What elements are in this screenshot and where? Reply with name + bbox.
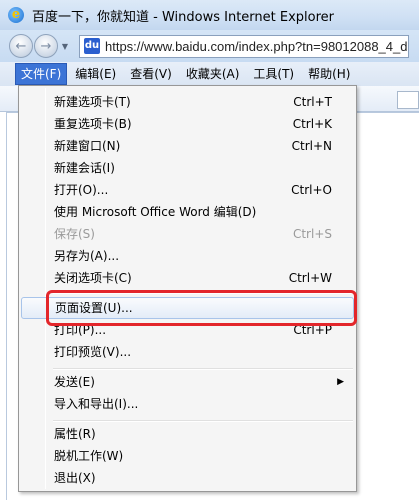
- menu-item-label: 新建选项卡(T): [54, 95, 131, 109]
- menu-item-new-session[interactable]: 新建会话(I): [21, 157, 354, 179]
- menu-item-properties[interactable]: 属性(R): [21, 423, 354, 445]
- menu-item-send[interactable]: 发送(E) ▶: [21, 371, 354, 393]
- menu-item-label: 脱机工作(W): [54, 449, 124, 463]
- navigation-bar: ← → ▼ du https://www.baidu.com/index.php…: [0, 30, 419, 62]
- menu-favorites[interactable]: 收藏夹(A): [181, 64, 245, 84]
- menu-item-save-as[interactable]: 另存为(A)...: [21, 245, 354, 267]
- menu-separator: [53, 368, 353, 370]
- menu-item-exit[interactable]: 退出(X): [21, 467, 354, 489]
- menu-item-label: 使用 Microsoft Office Word 编辑(D): [54, 205, 257, 219]
- annotation-highlight-ring: [46, 290, 357, 326]
- menu-item-shortcut: Ctrl+K: [292, 117, 332, 131]
- menu-item-label: 属性(R): [54, 427, 96, 441]
- forward-button[interactable]: →: [34, 34, 58, 58]
- menu-item-label: 发送(E): [54, 375, 95, 389]
- internet-explorer-icon: e: [8, 7, 24, 23]
- menu-separator: [53, 420, 353, 422]
- file-menu: 新建选项卡(T) Ctrl+T 重复选项卡(B) Ctrl+K 新建窗口(N) …: [18, 85, 357, 492]
- menu-help[interactable]: 帮助(H): [303, 64, 355, 84]
- menu-item-edit-with-word[interactable]: 使用 Microsoft Office Word 编辑(D): [21, 201, 354, 223]
- submenu-arrow-icon: ▶: [337, 377, 344, 387]
- menu-item-import-export[interactable]: 导入和导出(I)...: [21, 393, 354, 415]
- menu-item-label: 重复选项卡(B): [54, 117, 132, 131]
- baidu-paw-icon: du: [84, 38, 100, 54]
- back-arrow-icon: ←: [15, 38, 27, 54]
- menu-bar: 文件(F) 编辑(E) 查看(V) 收藏夹(A) 工具(T) 帮助(H): [0, 62, 419, 86]
- menu-item-work-offline[interactable]: 脱机工作(W): [21, 445, 354, 467]
- menu-item-label: 另存为(A)...: [54, 249, 120, 263]
- menu-tools[interactable]: 工具(T): [248, 64, 299, 84]
- menu-item-shortcut: Ctrl+T: [293, 95, 332, 109]
- menu-item-close-tab[interactable]: 关闭选项卡(C) Ctrl+W: [21, 267, 354, 289]
- chevron-down-icon: ▼: [61, 41, 69, 51]
- menu-item-label: 新建会话(I): [54, 161, 115, 175]
- menu-item-new-window[interactable]: 新建窗口(N) Ctrl+N: [21, 135, 354, 157]
- menu-item-print-preview[interactable]: 打印预览(V)...: [21, 341, 354, 363]
- menu-item-shortcut: Ctrl+O: [291, 183, 332, 197]
- title-bar: e 百度一下，你就知道 - Windows Internet Explorer: [0, 0, 419, 30]
- back-button[interactable]: ←: [9, 34, 33, 58]
- menu-item-label: 导入和导出(I)...: [54, 397, 139, 411]
- menu-item-duplicate-tab[interactable]: 重复选项卡(B) Ctrl+K: [21, 113, 354, 135]
- search-box[interactable]: [397, 91, 419, 109]
- menu-item-new-tab[interactable]: 新建选项卡(T) Ctrl+T: [21, 91, 354, 113]
- menu-edit[interactable]: 编辑(E): [70, 64, 121, 84]
- menu-item-label: 打印预览(V)...: [54, 345, 132, 359]
- address-url[interactable]: https://www.baidu.com/index.php?tn=98012…: [105, 39, 408, 54]
- recent-pages-dropdown[interactable]: ▼: [59, 36, 71, 56]
- address-bar[interactable]: du https://www.baidu.com/index.php?tn=98…: [79, 34, 409, 58]
- menu-item-save: 保存(S) Ctrl+S: [21, 223, 354, 245]
- window-title: 百度一下，你就知道 - Windows Internet Explorer: [32, 9, 334, 25]
- menu-item-shortcut: Ctrl+N: [291, 139, 332, 153]
- menu-file[interactable]: 文件(F): [14, 63, 68, 85]
- menu-view[interactable]: 查看(V): [125, 64, 177, 84]
- menu-item-label: 新建窗口(N): [54, 139, 121, 153]
- menu-item-label: 关闭选项卡(C): [54, 271, 132, 285]
- menu-item-label: 保存(S): [54, 227, 95, 241]
- menu-item-shortcut: Ctrl+S: [292, 227, 332, 241]
- forward-arrow-icon: →: [40, 38, 52, 54]
- menu-item-label: 退出(X): [54, 471, 96, 485]
- menu-item-open[interactable]: 打开(O)... Ctrl+O: [21, 179, 354, 201]
- menu-item-label: 打开(O)...: [54, 183, 109, 197]
- menu-item-shortcut: Ctrl+W: [288, 271, 332, 285]
